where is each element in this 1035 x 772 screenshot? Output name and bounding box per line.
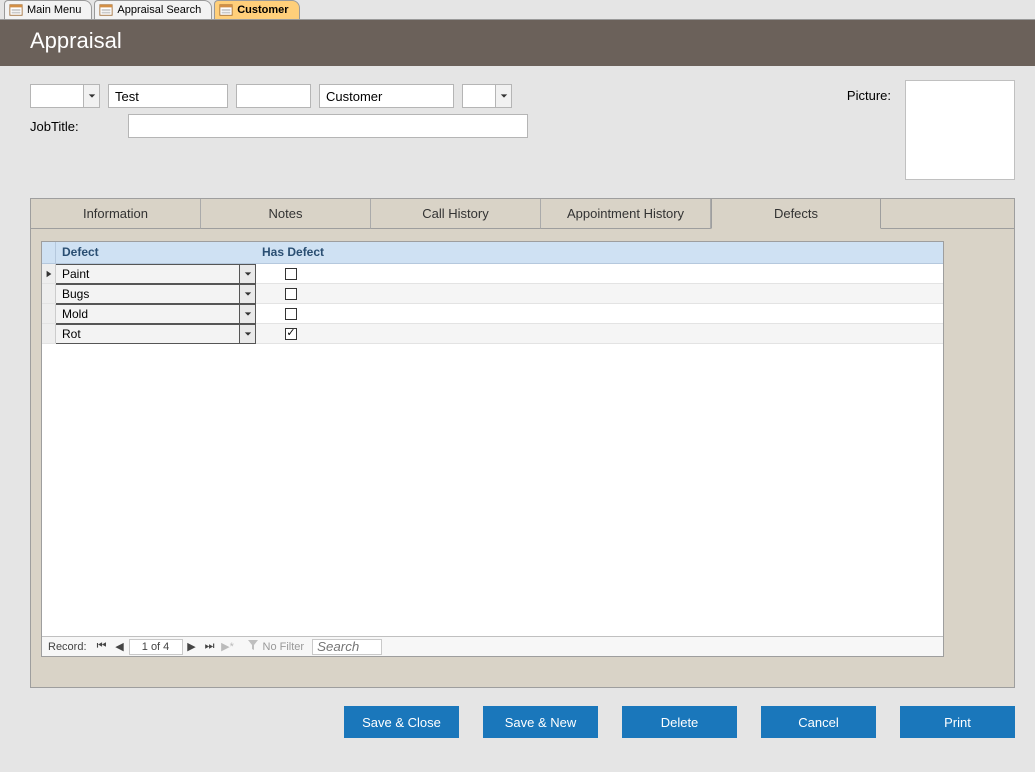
save-new-button[interactable]: Save & New — [483, 706, 598, 738]
tab-notes[interactable]: Notes — [201, 199, 371, 229]
row-selector[interactable] — [42, 324, 56, 343]
dropdown-icon[interactable] — [239, 325, 255, 343]
middle-name-input[interactable] — [236, 84, 311, 108]
defect-name: Mold — [56, 307, 239, 321]
defect-combo[interactable]: Bugs — [56, 284, 256, 304]
defect-name: Paint — [56, 267, 239, 281]
filter-text: No Filter — [263, 641, 305, 653]
dropdown-icon[interactable] — [239, 285, 255, 303]
form-icon — [99, 3, 113, 17]
tab-appointment-history[interactable]: Appointment History — [541, 199, 711, 229]
has-defect-checkbox[interactable] — [285, 268, 297, 280]
has-defect-cell — [256, 288, 326, 300]
nav-prev-button[interactable]: ◀ — [111, 638, 129, 656]
nav-last-button[interactable]: ⏭ — [201, 638, 219, 656]
tab-information[interactable]: Information — [31, 199, 201, 229]
defects-subform: Defect Has Defect Paint Bugs Mold Rot Recor… — [41, 241, 944, 657]
tab-filler — [881, 199, 1014, 229]
doc-tab-label: Appraisal Search — [117, 4, 201, 16]
tab-header: Information Notes Call History Appointme… — [31, 199, 1014, 229]
table-row[interactable]: Rot — [42, 324, 943, 344]
page-title: Appraisal — [30, 28, 122, 53]
doc-tab-label: Customer — [237, 4, 288, 16]
tab-control: Information Notes Call History Appointme… — [30, 198, 1015, 688]
form-header: Appraisal — [0, 20, 1035, 66]
record-navigator: Record: ⏮ ◀ 1 of 4 ▶ ⏭ ▶* No Filter — [42, 636, 943, 656]
datasheet-rows: Paint Bugs Mold Rot — [42, 264, 943, 344]
record-position[interactable]: 1 of 4 — [129, 639, 183, 655]
row-selector[interactable] — [42, 284, 56, 303]
datasheet-header: Defect Has Defect — [42, 242, 943, 264]
doc-tab-label: Main Menu — [27, 4, 81, 16]
record-label: Record: — [42, 641, 93, 653]
col-has-defect[interactable]: Has Defect — [256, 242, 376, 263]
print-button[interactable]: Print — [900, 706, 1015, 738]
document-tab-bar: Main Menu Appraisal Search Customer — [0, 0, 1035, 20]
has-defect-checkbox[interactable] — [285, 288, 297, 300]
doc-tab-customer[interactable]: Customer — [214, 0, 299, 19]
last-name-input[interactable] — [319, 84, 454, 108]
form-body: JobTitle: Picture: Information Notes Cal… — [0, 66, 1035, 772]
nav-first-button[interactable]: ⏮ — [93, 638, 111, 656]
first-name-input[interactable] — [108, 84, 228, 108]
tab-defects[interactable]: Defects — [711, 199, 881, 229]
table-row[interactable]: Mold — [42, 304, 943, 324]
defect-combo[interactable]: Mold — [56, 304, 256, 324]
dropdown-icon[interactable] — [495, 85, 511, 107]
title-combo[interactable] — [30, 84, 100, 108]
doc-tab-main-menu[interactable]: Main Menu — [4, 0, 92, 19]
row-selector[interactable] — [42, 264, 56, 283]
dropdown-icon[interactable] — [239, 265, 255, 283]
table-row[interactable]: Paint — [42, 264, 943, 284]
jobtitle-label: JobTitle: — [30, 119, 120, 134]
filter-indicator[interactable]: No Filter — [247, 639, 305, 654]
dropdown-icon[interactable] — [239, 305, 255, 323]
form-icon — [9, 3, 23, 17]
table-row[interactable]: Bugs — [42, 284, 943, 304]
action-bar: Save & Close Save & New Delete Cancel Pr… — [30, 706, 1015, 738]
picture-box[interactable] — [905, 80, 1015, 180]
app-window: Main Menu Appraisal Search Customer Appr… — [0, 0, 1035, 772]
cancel-button[interactable]: Cancel — [761, 706, 876, 738]
has-defect-cell — [256, 308, 326, 320]
jobtitle-input[interactable] — [128, 114, 528, 138]
record-search-input[interactable] — [312, 639, 382, 655]
defect-name: Bugs — [56, 287, 239, 301]
has-defect-cell — [256, 328, 326, 340]
dropdown-icon[interactable] — [83, 85, 99, 107]
jobtitle-row: JobTitle: — [30, 114, 1015, 138]
has-defect-cell — [256, 268, 326, 280]
save-close-button[interactable]: Save & Close — [344, 706, 459, 738]
funnel-icon — [247, 639, 259, 654]
has-defect-checkbox[interactable] — [285, 328, 297, 340]
row-selector-header[interactable] — [42, 242, 56, 263]
suffix-combo[interactable] — [462, 84, 512, 108]
defect-combo[interactable]: Rot — [56, 324, 256, 344]
tab-call-history[interactable]: Call History — [371, 199, 541, 229]
picture-label: Picture: — [847, 88, 891, 103]
nav-new-button[interactable]: ▶* — [219, 638, 237, 656]
nav-next-button[interactable]: ▶ — [183, 638, 201, 656]
row-selector[interactable] — [42, 304, 56, 323]
form-icon — [219, 3, 233, 17]
delete-button[interactable]: Delete — [622, 706, 737, 738]
has-defect-checkbox[interactable] — [285, 308, 297, 320]
doc-tab-appraisal-search[interactable]: Appraisal Search — [94, 0, 212, 19]
col-defect[interactable]: Defect — [56, 242, 256, 263]
defect-name: Rot — [56, 327, 239, 341]
defect-combo[interactable]: Paint — [56, 264, 256, 284]
